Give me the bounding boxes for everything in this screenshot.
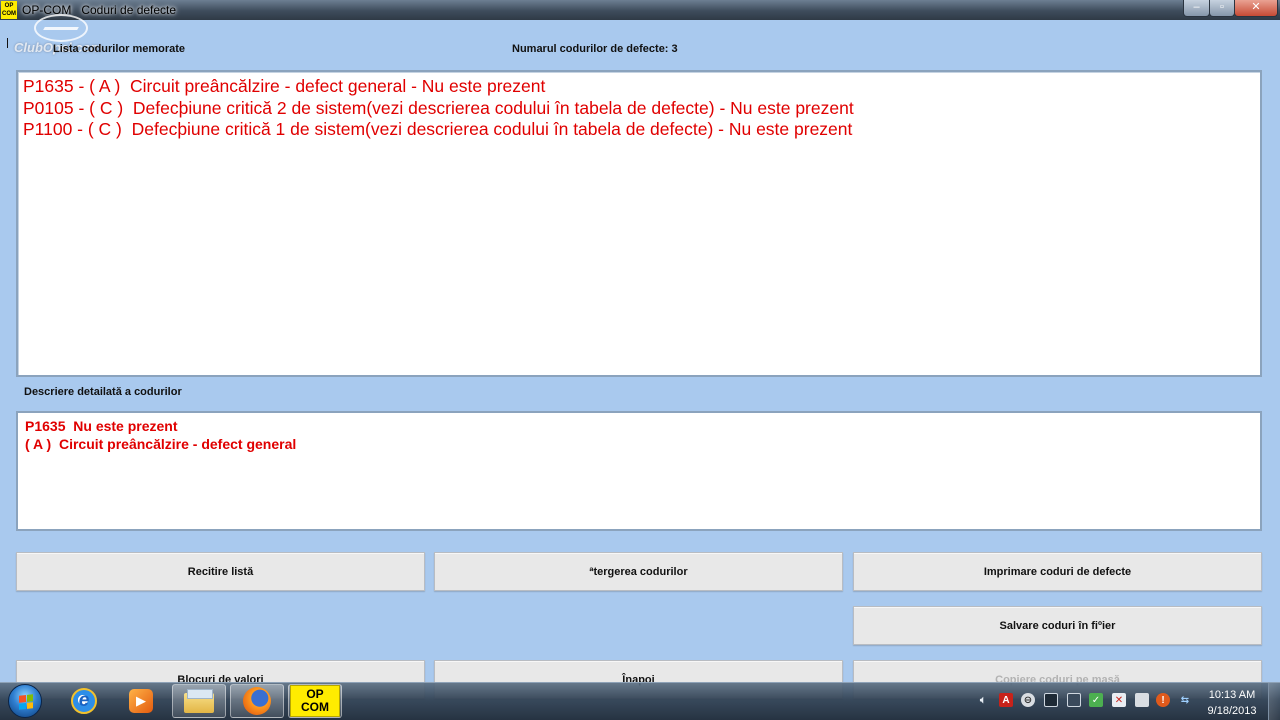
monitor-icon[interactable] — [1044, 693, 1058, 707]
storage-icon[interactable] — [1135, 693, 1149, 707]
network-icon[interactable]: ⇆ — [1178, 693, 1192, 707]
codes-list-label: Lista codurilor memorate — [53, 43, 186, 55]
app-icon-text-bottom: COM — [2, 11, 16, 17]
media-player-icon: ▶ — [129, 689, 153, 713]
detail-label: Descriere detailată a codurilor — [24, 386, 182, 398]
clear-codes-button[interactable]: ªtergerea codurilor — [434, 552, 843, 591]
folder-icon — [184, 689, 214, 713]
network-error-icon[interactable]: ✕ — [1112, 693, 1126, 707]
maximize-button[interactable]: ▫ — [1209, 0, 1235, 17]
start-button[interactable] — [8, 684, 42, 718]
print-codes-button[interactable]: Imprimare coduri de defecte — [853, 552, 1262, 591]
opel-logo-watermark — [34, 14, 88, 42]
taskbar-firefox[interactable] — [230, 684, 284, 718]
title-bar: OP COM OP-COM Coduri de defecte – ▫ ✕ — [0, 0, 1280, 20]
taskbar-opcom[interactable]: OP COM — [288, 684, 342, 718]
save-codes-to-file-button[interactable]: Salvare coduri în fiºier — [853, 606, 1262, 645]
opcom-app-icon[interactable]: OP COM — [1, 1, 17, 19]
codes-count-label: Numarul codurilor de defecte: 3 — [512, 43, 678, 55]
text-caret — [7, 38, 8, 48]
clock-date: 9/18/2013 — [1207, 705, 1257, 717]
clock-time: 10:13 AM — [1208, 689, 1256, 701]
window-title: OP-COM Coduri de defecte — [22, 3, 177, 17]
taskbar-explorer[interactable] — [172, 684, 226, 718]
acrobat-icon[interactable]: A — [999, 693, 1013, 707]
code-item[interactable]: P1635 - ( A ) Circuit preâncălzire - def… — [23, 76, 1255, 98]
windows-logo-icon — [19, 694, 33, 710]
opcom-icon: OP COM — [290, 685, 340, 717]
volume-icon[interactable]: 🔈︎ — [976, 693, 990, 707]
detail-line: P1635 Nu este prezent — [25, 418, 178, 434]
taskbar-media-player[interactable]: ▶ — [114, 684, 168, 718]
minimize-button[interactable]: – — [1183, 0, 1210, 17]
device-icon[interactable]: ✓ — [1089, 693, 1103, 707]
tray-app-icon[interactable]: ⊖ — [1021, 693, 1035, 707]
firefox-icon — [243, 687, 271, 715]
display-icon[interactable] — [1067, 693, 1081, 707]
internet-explorer-icon: e — [71, 688, 97, 714]
close-button[interactable]: ✕ — [1234, 0, 1278, 17]
app-icon-text-top: OP — [4, 3, 14, 9]
code-item[interactable]: P0105 - ( C ) Defecþiune critică 2 de si… — [23, 98, 1255, 120]
taskbar-clock[interactable]: 10:13 AM 9/18/2013 — [1196, 687, 1268, 719]
alert-icon[interactable]: ! — [1156, 693, 1170, 707]
show-desktop-button[interactable] — [1268, 683, 1280, 720]
opcom-icon-text-bottom: COM — [301, 700, 329, 714]
code-item[interactable]: P1100 - ( C ) Defecþiune critică 1 de si… — [23, 119, 1255, 141]
code-detail-box[interactable]: P1635 Nu este prezent ( A ) Circuit preâ… — [16, 411, 1262, 531]
codes-list[interactable]: P1635 - ( A ) Circuit preâncălzire - def… — [16, 70, 1262, 377]
taskbar-internet-explorer[interactable]: e — [57, 684, 111, 718]
detail-line: ( A ) Circuit preâncălzire - defect gene… — [25, 436, 297, 452]
reread-list-button[interactable]: Recitire listă — [16, 552, 425, 591]
